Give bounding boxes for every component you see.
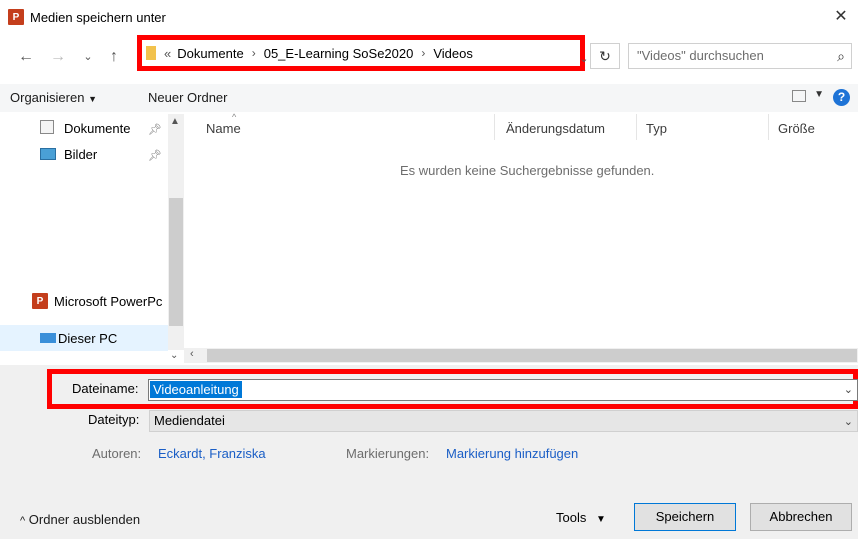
filetype-dropdown-icon[interactable]: ⌄ [844,412,853,432]
filename-highlight: Dateiname: Videoanleitung ⌄ [47,369,858,409]
forward-arrow-icon[interactable]: → [48,47,68,67]
breadcrumb-videos[interactable]: Videos [433,46,473,61]
authors-label: Autoren: [92,446,142,461]
scroll-left-icon[interactable]: ‹ [190,348,194,360]
column-header-size[interactable]: Größe [778,121,815,136]
authors-field[interactable]: Eckardt, Franziska [158,446,266,461]
breadcrumb-dokumente[interactable]: Dokumente [177,46,243,61]
back-arrow-icon[interactable]: ← [16,47,36,67]
folder-icon [146,46,156,60]
organize-label: Organisieren [10,90,85,105]
up-arrow-icon[interactable]: ↑ [104,47,124,67]
nav-item-dokumente[interactable]: Dokumente [64,121,130,136]
filetype-value: Mediendatei [154,413,225,428]
app-badge: P [12,11,20,23]
chevron-down-icon: ▼ [88,94,97,104]
cancel-button[interactable]: Abbrechen [750,503,852,531]
organize-menu-button[interactable]: Organisieren ▼ [10,90,97,105]
column-header-type[interactable]: Typ [646,121,667,136]
nav-item-powerpoint[interactable]: Microsoft PowerPc [54,294,168,309]
recent-locations-chevron-icon[interactable]: ⌄ [78,47,98,67]
horizontal-scrollbar-thumb[interactable] [207,349,857,362]
tools-label: Tools [556,510,587,525]
refresh-icon[interactable]: ↻ [590,43,620,69]
address-bar[interactable]: « Dokumente › 05_E-Learning SoSe2020 › V… [137,35,585,71]
breadcrumb-elearning[interactable]: 05_E-Learning SoSe2020 [264,46,414,61]
tags-label: Markierungen: [346,446,430,461]
chevron-up-icon: ^ [20,515,26,527]
scroll-up-icon[interactable]: ▲ [170,116,180,127]
search-input[interactable]: "Videos" durchsuchen ⌕ [628,43,852,69]
column-divider [768,114,769,140]
tools-menu-button[interactable]: Tools ▼ [556,510,606,525]
filename-label: Dateiname: [72,381,139,396]
column-divider [636,114,637,140]
filename-dropdown-icon[interactable]: ⌄ [844,383,853,396]
pin-icon[interactable]: 📌︎ [148,123,162,136]
view-dropdown-icon[interactable]: ▼ [814,89,824,100]
pin-icon[interactable]: 📌︎ [148,149,162,162]
breadcrumb-separator[interactable]: › [252,46,256,60]
close-icon[interactable]: ✕ [830,6,852,28]
window-title: Medien speichern unter [30,10,166,25]
column-divider [494,114,495,140]
column-header-name[interactable]: Name [206,121,241,136]
new-folder-button[interactable]: Neuer Ordner [148,90,227,105]
scroll-down-icon[interactable]: ⌄ [170,350,178,361]
search-icon[interactable]: ⌕ [837,44,845,68]
nav-scrollbar-thumb[interactable] [169,198,183,326]
nav-item-dieser-pc[interactable]: Dieser PC [58,331,117,346]
help-icon[interactable]: ? [833,89,850,106]
save-button[interactable]: Speichern [634,503,736,531]
filetype-label: Dateityp: [88,412,140,427]
address-overflow-prefix[interactable]: « [164,46,171,61]
filename-value[interactable]: Videoanleitung [150,381,242,398]
pictures-icon [40,148,56,160]
powerpoint-icon: P [32,293,48,309]
nav-item-bilder[interactable]: Bilder [64,147,97,162]
chevron-down-icon: ▼ [595,514,606,525]
documents-icon [40,120,54,134]
column-header-date[interactable]: Änderungsdatum [506,121,605,136]
filename-input[interactable]: Videoanleitung ⌄ [148,379,858,401]
tags-field[interactable]: Markierung hinzufügen [446,446,578,461]
breadcrumb-separator[interactable]: › [421,46,425,60]
filetype-select[interactable]: Mediendatei ⌄ [149,410,858,432]
hide-folders-label: Ordner ausblenden [28,512,141,527]
view-options-icon[interactable] [792,90,806,102]
hide-folders-button[interactable]: ^ Ordner ausblenden [20,512,140,527]
search-placeholder: "Videos" durchsuchen [637,48,764,63]
command-toolbar: Organisieren ▼ Neuer Ordner ▼ ? [0,84,858,112]
empty-results-message: Es wurden keine Suchergebnisse gefunden. [400,163,655,178]
file-list [184,114,858,350]
powerpoint-app-icon: P [8,9,24,25]
computer-icon [40,333,56,343]
